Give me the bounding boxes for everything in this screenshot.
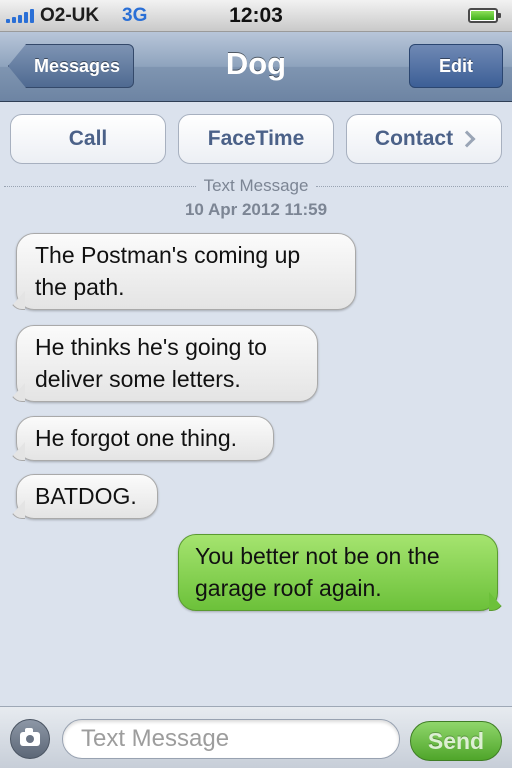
status-bar: O2-UK 3G 12:03 bbox=[0, 0, 512, 32]
call-button[interactable]: Call bbox=[10, 114, 166, 164]
message-input[interactable] bbox=[62, 719, 400, 759]
send-button[interactable]: Send bbox=[410, 721, 502, 761]
battery-level bbox=[471, 11, 495, 20]
call-button-label: Call bbox=[68, 127, 108, 150]
contact-actions: Call FaceTime Contact bbox=[0, 114, 512, 166]
battery-icon bbox=[468, 8, 501, 23]
contact-button[interactable]: Contact bbox=[346, 114, 502, 164]
message-line: the path. bbox=[35, 274, 125, 300]
message-timestamp: 10 Apr 2012 11:59 bbox=[184, 200, 328, 219]
camera-lens bbox=[26, 735, 34, 743]
message-line: The Postman's coming up bbox=[35, 242, 301, 268]
bubble-tail bbox=[8, 442, 25, 461]
message-bubble-incoming[interactable]: He forgot one thing. bbox=[8, 416, 274, 461]
bubble-tail bbox=[489, 592, 506, 611]
bubble-tail bbox=[8, 291, 25, 310]
bubble-tail bbox=[8, 383, 25, 402]
message-bubble-incoming[interactable]: The Postman's coming up the path. bbox=[8, 233, 356, 310]
message-line: You better not be on the bbox=[195, 543, 440, 569]
message-bubble-incoming[interactable]: He thinks he's going to deliver some let… bbox=[8, 325, 318, 402]
message-bubble-incoming[interactable]: BATDOG. bbox=[8, 474, 158, 519]
compose-bar: Send bbox=[0, 706, 512, 768]
camera-icon bbox=[20, 728, 40, 746]
message-line: deliver some letters. bbox=[35, 366, 241, 392]
message-type-label: Text Message bbox=[203, 176, 309, 195]
message-bubble-outgoing[interactable]: You better not be on the garage roof aga… bbox=[178, 534, 506, 611]
message-line: BATDOG. bbox=[35, 483, 137, 509]
bubble-tail bbox=[8, 500, 25, 519]
message-line: He forgot one thing. bbox=[35, 425, 238, 451]
message-line: garage roof again. bbox=[195, 575, 382, 601]
camera-button[interactable] bbox=[10, 719, 50, 759]
divider-line-left bbox=[4, 185, 196, 187]
conversation-divider: Text Message bbox=[0, 176, 512, 196]
navigation-bar: Messages Dog Edit bbox=[0, 32, 512, 102]
facetime-button-label: FaceTime bbox=[207, 127, 305, 150]
edit-button[interactable]: Edit bbox=[409, 44, 503, 88]
chevron-right-icon bbox=[458, 130, 476, 148]
facetime-button[interactable]: FaceTime bbox=[178, 114, 334, 164]
contact-button-label: Contact bbox=[374, 127, 454, 150]
message-line: He thinks he's going to bbox=[35, 334, 267, 360]
divider-line-right bbox=[316, 185, 509, 187]
status-time: 12:03 bbox=[229, 4, 283, 27]
